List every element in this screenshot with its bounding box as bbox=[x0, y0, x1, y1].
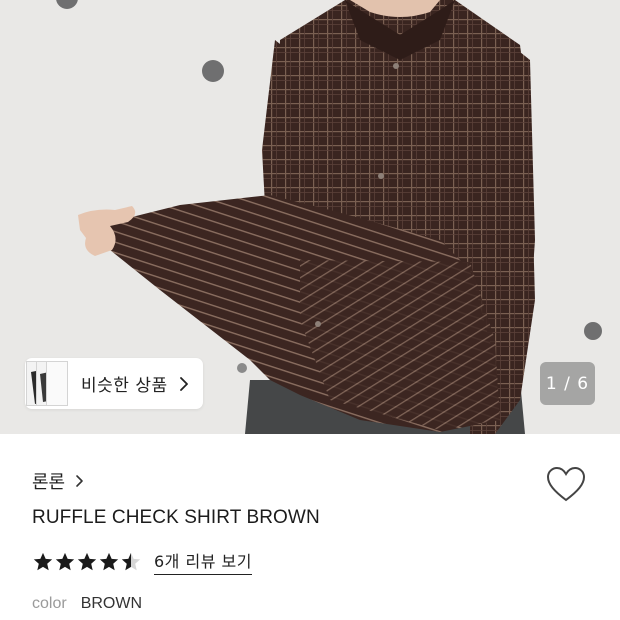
star-full-icon bbox=[55, 552, 75, 570]
color-label: color bbox=[32, 595, 67, 612]
chevron-right-icon bbox=[179, 376, 188, 391]
star-full-icon bbox=[33, 552, 53, 570]
similar-products-button[interactable]: 비슷한 상품 bbox=[25, 358, 203, 409]
color-row: color BROWN bbox=[32, 595, 142, 613]
rating-stars bbox=[32, 551, 142, 573]
similar-products-label: 비슷한 상품 bbox=[81, 376, 168, 396]
product-image-carousel[interactable]: 비슷한 상품 1 / 6 bbox=[0, 0, 620, 434]
star-full-icon bbox=[77, 552, 97, 570]
brand-name: 론론 bbox=[32, 472, 66, 493]
heart-icon[interactable] bbox=[546, 466, 586, 504]
color-value: BROWN bbox=[80, 595, 143, 612]
rating-row: 6개 리뷰 보기 bbox=[32, 548, 252, 575]
brand-link[interactable]: 론론 bbox=[32, 468, 85, 494]
similar-thumbnails bbox=[26, 358, 68, 409]
product-title: RUFFLE CHECK SHIRT BROWN bbox=[32, 507, 320, 528]
star-full-icon bbox=[99, 552, 119, 570]
chevron-right-icon bbox=[76, 475, 83, 487]
similar-thumbnail bbox=[46, 361, 68, 406]
reviews-link[interactable]: 6개 리뷰 보기 bbox=[154, 548, 252, 575]
star-half-icon bbox=[121, 552, 141, 570]
image-pager: 1 / 6 bbox=[540, 362, 595, 405]
